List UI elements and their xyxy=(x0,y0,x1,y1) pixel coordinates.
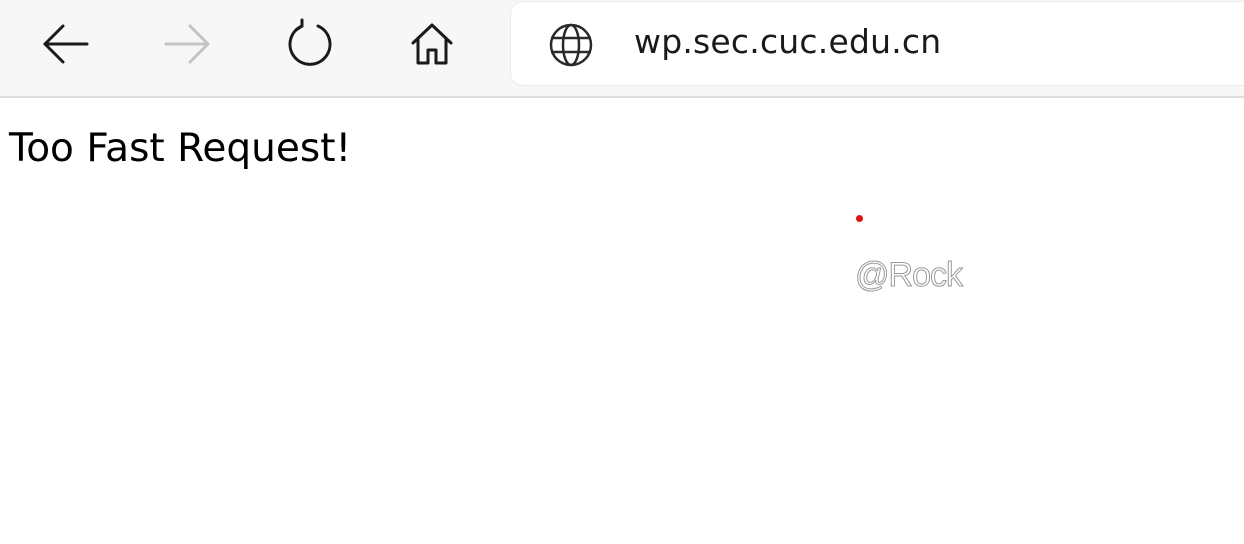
refresh-button[interactable] xyxy=(282,16,338,72)
arrow-right-icon xyxy=(164,24,210,64)
watermark: @Rock xyxy=(855,256,964,295)
url-text[interactable]: wp.sec.cuc.edu.cn xyxy=(634,22,941,61)
globe-icon xyxy=(549,23,593,67)
error-message: Too Fast Request! xyxy=(9,126,352,171)
arrow-left-icon xyxy=(43,24,89,64)
refresh-icon xyxy=(288,18,332,66)
page-content: Too Fast Request! @Rock xyxy=(0,98,1244,544)
address-bar[interactable]: wp.sec.cuc.edu.cn xyxy=(511,2,1244,85)
back-button[interactable] xyxy=(37,16,93,72)
red-dot xyxy=(856,215,863,222)
forward-button[interactable] xyxy=(160,16,216,72)
browser-toolbar: wp.sec.cuc.edu.cn xyxy=(0,0,1244,98)
home-button[interactable] xyxy=(404,16,460,72)
home-icon xyxy=(411,23,453,65)
